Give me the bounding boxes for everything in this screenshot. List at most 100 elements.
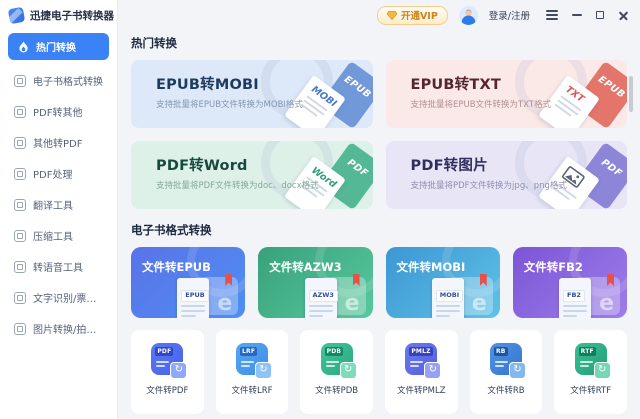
flame-icon	[19, 41, 28, 52]
card-title: 文件转FB2	[523, 260, 583, 274]
sidebar-item-image-convert[interactable]: 图片转换/拍证件照	[8, 313, 109, 344]
scrollbar-thumb[interactable]	[629, 76, 633, 112]
card-pdf-to-word[interactable]: PDF Word PDF转Word 支持批量将PDF文件转换为doc、docx格…	[131, 141, 373, 209]
card-subtitle: 支持批量将PDF文件转换为jpg、png格式	[410, 181, 567, 191]
card-title: 文件转MOBI	[396, 260, 466, 274]
ocr-icon	[14, 291, 26, 304]
card-epub-to-mobi[interactable]: EPUB MOBI EPUB转MOBI 支持批量将EPUB文件转换为MOBI格式	[131, 60, 373, 128]
card-label: 文件转RB	[487, 386, 525, 396]
sidebar-item-compress[interactable]: 压缩工具	[8, 220, 109, 251]
card-subtitle: 支持批量将PDF文件转换为doc、docx格式	[156, 181, 319, 191]
card-subtitle: 支持批量将EPUB文件转换为TXT格式	[410, 100, 552, 110]
card-pdf-to-image[interactable]: PDF PDF转图片 支持批量将PDF文件转换为jpg、png格式	[385, 141, 627, 209]
bookmark-icon	[225, 274, 233, 286]
sidebar-item-label: 其他转PDF	[33, 139, 83, 150]
card-title: 文件转EPUB	[142, 260, 211, 274]
titlebar: 开通VIP 登录/注册	[118, 0, 640, 30]
format-doc-icon: MOBI	[431, 278, 464, 318]
login-register-link[interactable]: 登录/注册	[489, 8, 530, 22]
sidebar-item-pdf-process[interactable]: PDF处理	[8, 158, 109, 189]
close-icon[interactable]	[618, 10, 629, 21]
card-label: 文件转PMLZ	[397, 386, 446, 396]
sidebar-item-hot-convert[interactable]: 热门转换	[8, 33, 109, 60]
rb-file-icon: RB ↻	[489, 343, 526, 379]
card-label: 文件转RTF	[570, 386, 612, 396]
minimize-icon[interactable]	[572, 14, 582, 16]
sidebar-item-label: 转语音工具	[33, 263, 83, 274]
card-label: 文件转PDB	[315, 386, 359, 396]
ebook-card-grid: e EPUB 文件转EPUB e AZW3 文件转AZW3 e MOBI 文件转…	[131, 247, 627, 318]
card-file-to-azw3[interactable]: e AZW3 文件转AZW3	[258, 247, 373, 318]
card-file-to-fb2[interactable]: e FB2 文件转FB2	[512, 247, 627, 318]
menu-icon[interactable]	[546, 10, 558, 20]
refresh-icon: ↻	[593, 362, 611, 379]
app-title: 迅捷电子书转换器	[30, 10, 114, 22]
card-title: EPUB转TXT	[410, 77, 501, 93]
file-card-grid: PDF ↻ 文件转PDF LRF ↻ 文件转LRF PDB ↻ 文件转PDB P…	[131, 330, 627, 414]
card-title: PDF转Word	[156, 158, 248, 174]
ebook-format-icon	[14, 74, 26, 87]
format-doc-icon: AZW3	[304, 278, 338, 318]
card-subtitle: 支持批量将EPUB文件转换为MOBI格式	[156, 100, 303, 110]
card-file-to-lrf[interactable]: LRF ↻ 文件转LRF	[215, 330, 289, 414]
card-label: 文件转PDF	[146, 386, 189, 396]
card-file-to-pmlz[interactable]: PMLZ ↻ 文件转PMLZ	[384, 330, 458, 414]
sidebar-item-label: 热门转换	[36, 43, 76, 54]
bookmark-icon	[352, 274, 360, 286]
card-title: EPUB转MOBI	[156, 77, 259, 93]
sidebar-item-translate[interactable]: 翻译工具	[8, 189, 109, 220]
sidebar-item-pdf-to-other[interactable]: PDF转其他	[8, 96, 109, 127]
card-file-to-rtf[interactable]: RTF ↻ 文件转RTF	[554, 330, 627, 414]
pmlz-file-icon: PMLZ ↻	[405, 343, 442, 379]
sidebar-item-label: PDF处理	[33, 170, 73, 181]
avatar[interactable]	[458, 5, 478, 25]
sidebar-item-label: 翻译工具	[33, 201, 73, 212]
sidebar-item-label: 图片转换/拍证件照	[33, 325, 103, 336]
card-file-to-rb[interactable]: RB ↻ 文件转RB	[469, 330, 543, 414]
translate-icon	[14, 198, 26, 211]
card-epub-to-txt[interactable]: EPUB TXT EPUB转TXT 支持批量将EPUB文件转换为TXT格式	[385, 60, 627, 128]
sidebar-item-ocr[interactable]: 文字识别/票证识别	[8, 282, 109, 313]
pdf-edit-icon	[14, 167, 26, 180]
card-label: 文件转LRF	[231, 386, 273, 396]
refresh-icon: ↻	[254, 362, 272, 379]
refresh-icon: ↻	[339, 362, 357, 379]
sidebar-item-label: 文字识别/票证识别	[33, 294, 103, 305]
card-title: PDF转图片	[410, 158, 488, 174]
sidebar-item-label: PDF转其他	[33, 108, 83, 119]
other-to-pdf-icon	[14, 136, 26, 149]
audio-icon	[14, 260, 26, 273]
vip-label: 开通VIP	[400, 11, 438, 22]
sidebar: 迅捷电子书转换器 热门转换 电子书格式转换 PDF转其他 其他转PDF PDF处…	[0, 0, 118, 419]
refresh-icon: ↻	[508, 362, 526, 379]
sidebar-nav: 热门转换 电子书格式转换 PDF转其他 其他转PDF PDF处理 翻译工具 压缩…	[0, 31, 117, 344]
card-file-to-pdb[interactable]: PDB ↻ 文件转PDB	[300, 330, 373, 414]
pdb-file-icon: PDB ↻	[320, 343, 357, 379]
maximize-icon[interactable]	[596, 11, 604, 19]
card-file-to-pdf[interactable]: PDF ↻ 文件转PDF	[131, 330, 204, 414]
user-avatar-icon	[458, 5, 478, 25]
hot-card-grid: EPUB MOBI EPUB转MOBI 支持批量将EPUB文件转换为MOBI格式…	[131, 60, 627, 209]
bookmark-icon	[607, 274, 614, 286]
photo-icon	[14, 322, 26, 335]
compress-icon	[14, 229, 26, 242]
section-title-ebook: 电子书格式转换	[131, 223, 212, 237]
refresh-icon: ↻	[424, 362, 442, 379]
lrf-file-icon: LRF ↻	[235, 343, 272, 379]
format-doc-icon: FB2	[559, 278, 591, 318]
app-logo-row: 迅捷电子书转换器	[0, 0, 117, 31]
card-file-to-mobi[interactable]: e MOBI 文件转MOBI	[385, 247, 500, 318]
sidebar-item-label: 压缩工具	[33, 232, 73, 243]
refresh-icon: ↻	[170, 362, 188, 379]
window-controls	[546, 10, 629, 21]
card-file-to-epub[interactable]: e EPUB 文件转EPUB	[131, 247, 246, 318]
main-content: 热门转换 EPUB MOBI EPUB转MOBI 支持批量将EPUB文件转换为M…	[131, 30, 627, 414]
sidebar-item-tts[interactable]: 转语音工具	[8, 251, 109, 282]
bookmark-icon	[479, 274, 487, 286]
pdf-file-icon: PDF ↻	[151, 343, 188, 379]
app-logo-icon	[7, 6, 26, 25]
sidebar-item-ebook-format[interactable]: 电子书格式转换	[8, 65, 109, 96]
vip-button[interactable]: 开通VIP	[376, 5, 448, 25]
sidebar-item-other-to-pdf[interactable]: 其他转PDF	[8, 127, 109, 158]
card-title: 文件转AZW3	[269, 260, 342, 274]
